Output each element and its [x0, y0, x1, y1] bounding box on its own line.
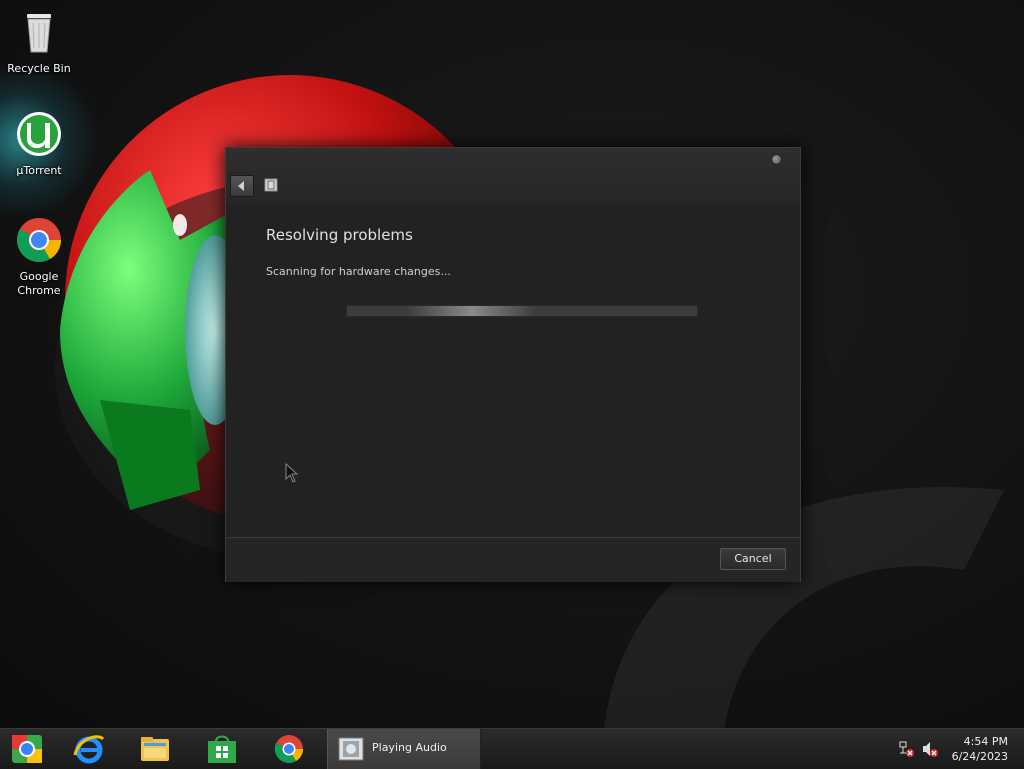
back-arrow-icon — [238, 181, 244, 191]
progress-marquee — [407, 306, 537, 316]
troubleshooter-dialog: Resolving problems Scanning for hardware… — [225, 147, 801, 582]
clock-date: 6/24/2023 — [951, 750, 1008, 763]
file-explorer-icon[interactable] — [138, 733, 172, 765]
desktop-icon-utorrent[interactable]: µTorrent — [1, 110, 77, 178]
progress-bar — [346, 305, 698, 317]
taskbar: Playing Audio 4:54 PM 6/24/2023 — [0, 728, 1024, 769]
chrome-icon — [17, 218, 61, 262]
task-label: Playing Audio — [372, 741, 447, 754]
desktop-icon-label: Google Chrome — [17, 270, 61, 297]
cancel-button[interactable]: Cancel — [720, 548, 786, 570]
speaker-muted-icon[interactable] — [922, 741, 938, 757]
clock-time: 4:54 PM — [963, 735, 1008, 748]
desktop-icon-recycle-bin[interactable]: Recycle Bin — [1, 8, 77, 76]
desktop-icon-label: Recycle Bin — [7, 62, 71, 75]
taskbar-clock[interactable]: 4:54 PM 6/24/2023 — [938, 734, 1008, 764]
chrome-icon[interactable] — [272, 733, 306, 765]
recycle-bin-icon — [27, 14, 51, 53]
desktop-icon-label: µTorrent — [16, 164, 62, 177]
taskbar-pinned-chrome-alt[interactable] — [10, 733, 44, 765]
troubleshooter-icon — [264, 178, 278, 192]
store-icon[interactable] — [205, 733, 239, 765]
network-error-icon[interactable] — [898, 741, 914, 757]
back-button[interactable] — [230, 175, 254, 197]
troubleshooter-icon — [338, 737, 364, 761]
dialog-footer: Cancel — [226, 537, 800, 582]
status-text: Scanning for hardware changes... — [266, 265, 451, 278]
utorrent-icon — [17, 112, 61, 156]
dialog-title: Resolving problems — [266, 226, 413, 244]
desktop-icon-google-chrome[interactable]: Google Chrome — [1, 216, 77, 298]
dialog-header — [226, 148, 800, 204]
internet-explorer-icon[interactable] — [72, 733, 106, 765]
mouse-cursor-icon — [285, 463, 299, 483]
taskbar-task-playing-audio[interactable]: Playing Audio — [327, 729, 481, 769]
close-icon[interactable] — [771, 154, 782, 165]
